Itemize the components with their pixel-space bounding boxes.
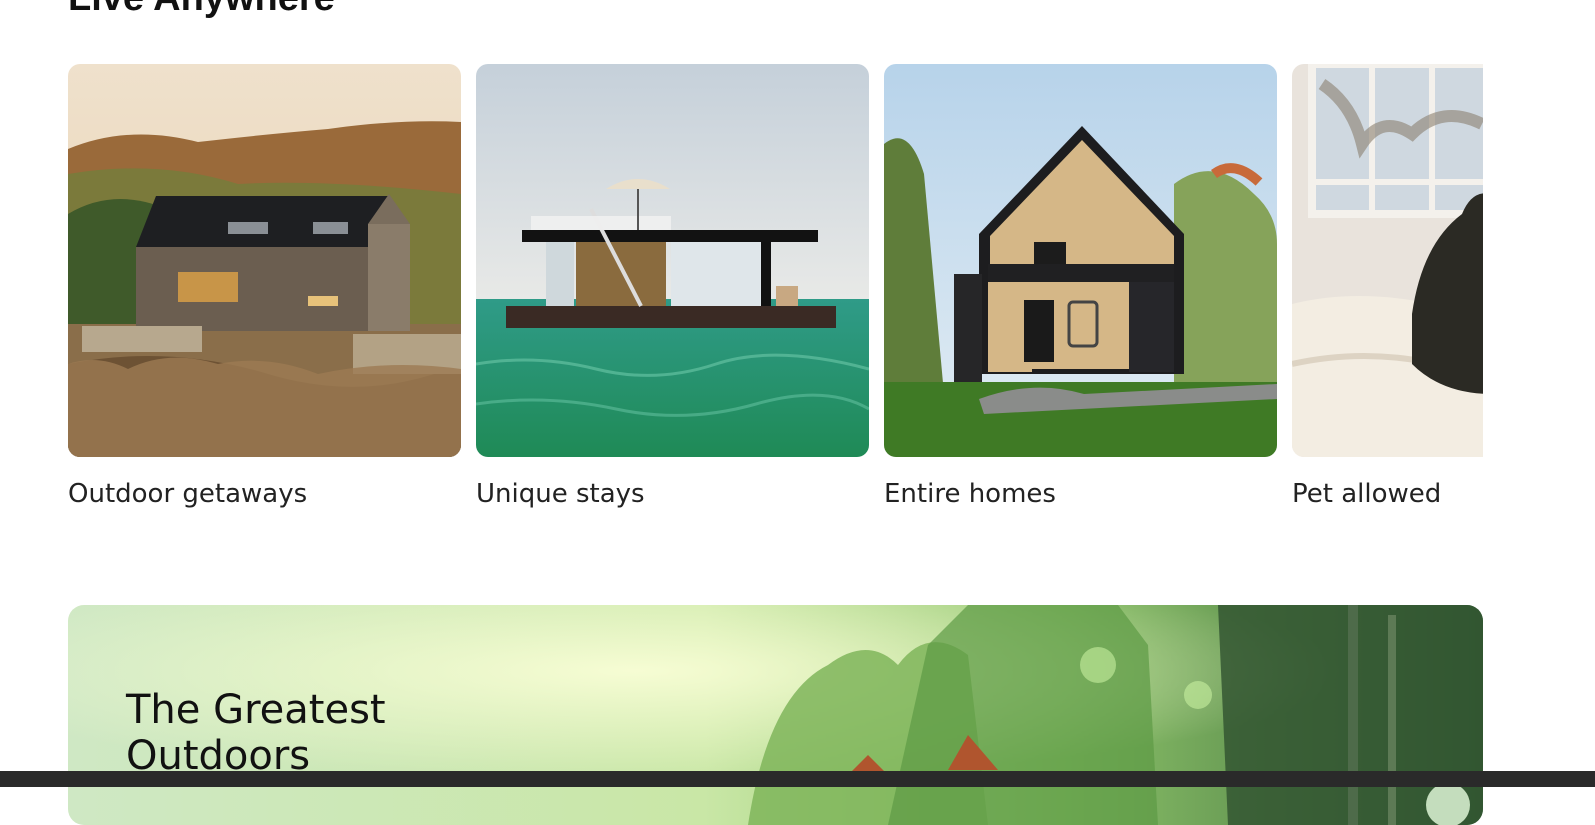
section-title: Live Anywhere	[68, 0, 335, 18]
pet-allowed-image[interactable]	[1292, 64, 1483, 457]
category-card-pet-allowed[interactable]: Pet allowed	[1292, 64, 1483, 509]
banner-title: The Greatest Outdoors	[126, 687, 386, 779]
unique-stays-label[interactable]: Unique stays	[476, 479, 869, 509]
category-card-outdoor-getaways[interactable]: Outdoor getaways	[68, 64, 461, 509]
outdoor-getaways-image[interactable]	[68, 64, 461, 457]
category-card-entire-homes[interactable]: Entire homes	[884, 64, 1277, 509]
category-carousel: Outdoor getaways Unique stays Entire hom…	[68, 64, 1483, 524]
unique-stays-image[interactable]	[476, 64, 869, 457]
bottom-edge-bar	[0, 771, 1595, 787]
category-card-unique-stays[interactable]: Unique stays	[476, 64, 869, 509]
entire-homes-label[interactable]: Entire homes	[884, 479, 1277, 509]
outdoor-getaways-label[interactable]: Outdoor getaways	[68, 479, 461, 509]
pet-allowed-label[interactable]: Pet allowed	[1292, 479, 1483, 509]
entire-homes-image[interactable]	[884, 64, 1277, 457]
greatest-outdoors-banner[interactable]: The Greatest Outdoors	[68, 605, 1483, 825]
